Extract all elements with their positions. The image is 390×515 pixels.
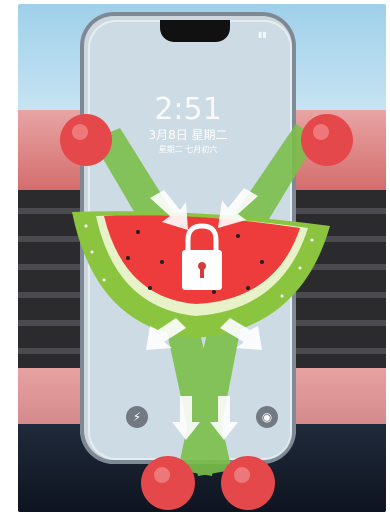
holder-overlay	[60, 114, 353, 510]
grip-ball-bottom-right	[221, 456, 275, 510]
grip-ball-bottom-left	[141, 456, 195, 510]
grip-ball-top-right	[301, 114, 353, 166]
grip-ball-top-left	[60, 114, 112, 166]
